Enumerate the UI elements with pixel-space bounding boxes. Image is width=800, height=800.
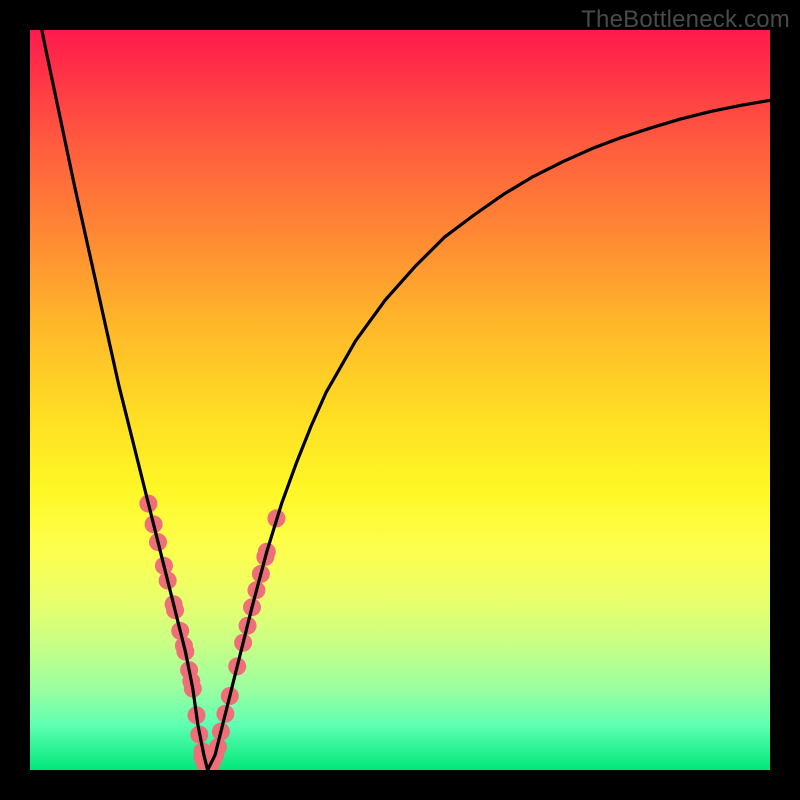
- marker-group: [139, 495, 285, 770]
- chart-svg: [30, 30, 770, 770]
- chart-frame: TheBottleneck.com: [0, 0, 800, 800]
- plot-area: [30, 30, 770, 770]
- bottleneck-curve: [30, 30, 770, 770]
